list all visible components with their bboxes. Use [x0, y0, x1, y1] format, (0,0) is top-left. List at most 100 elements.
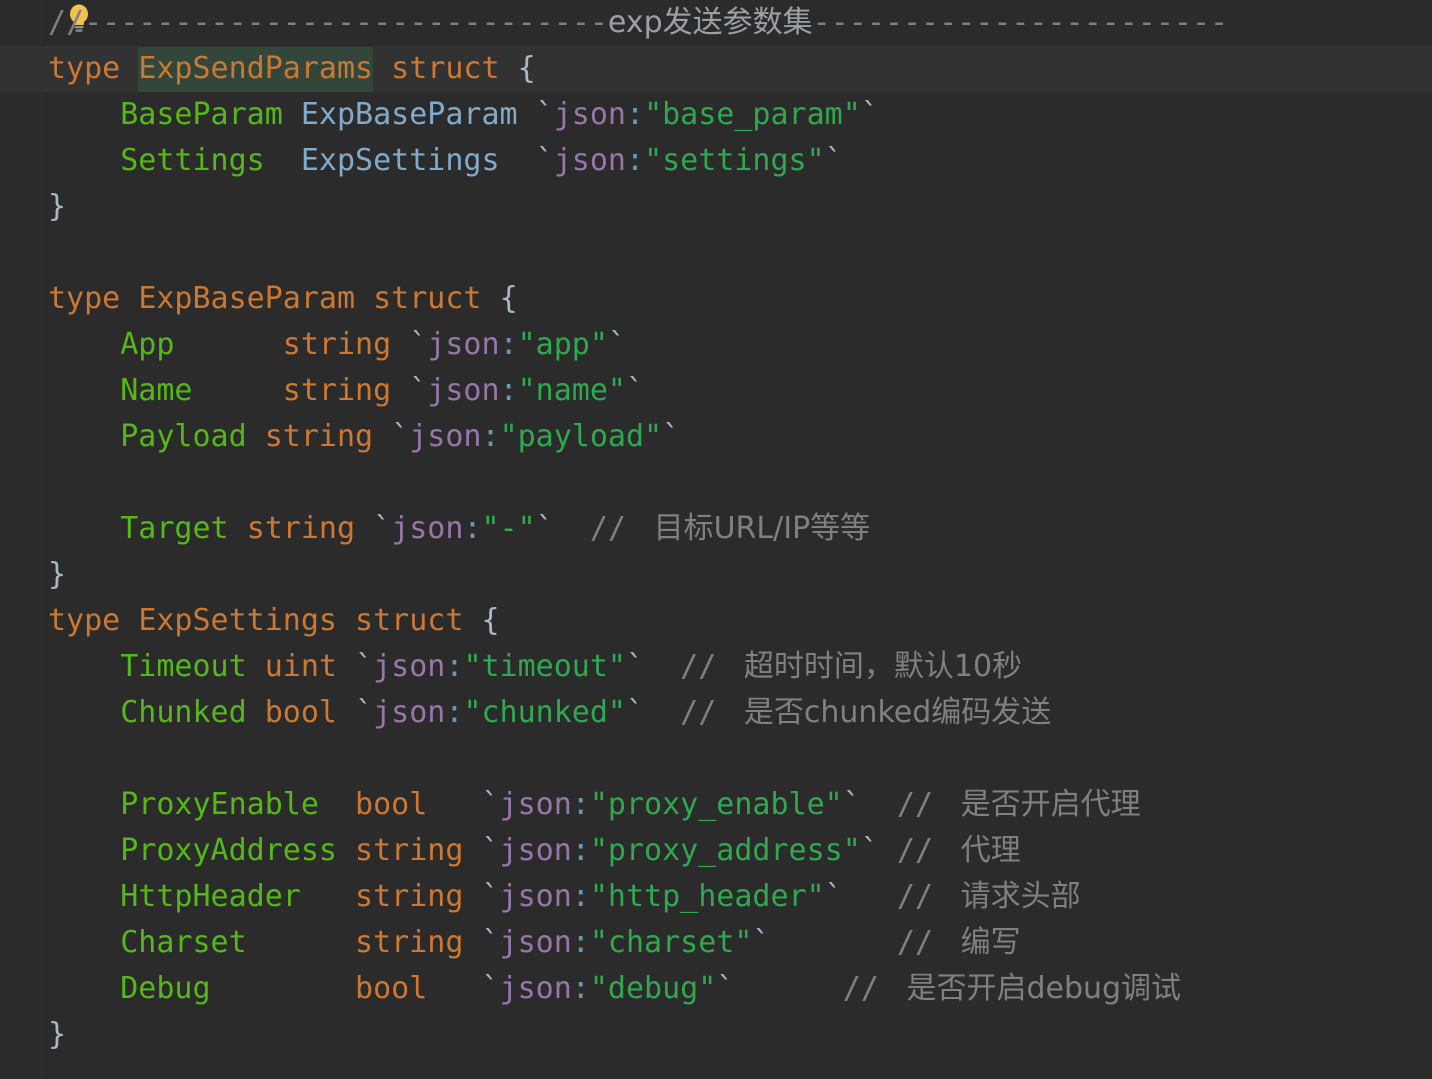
code-token: json: [499, 833, 572, 868]
code-token: `: [842, 787, 861, 822]
code-token: `: [355, 649, 374, 684]
code-token: :: [571, 879, 590, 914]
code-token: {: [481, 603, 500, 638]
code-token: bool: [264, 695, 356, 730]
code-token: //: [770, 925, 952, 960]
code-token: Timeout: [48, 649, 265, 684]
code-line[interactable]: Settings ExpSettings `json:"settings"`: [48, 138, 843, 184]
code-line[interactable]: ProxyEnable bool `json:"proxy_enable"` /…: [48, 782, 1141, 828]
code-line[interactable]: BaseParam ExpBaseParam `json:"base_param…: [48, 92, 879, 138]
code-token: //: [860, 787, 952, 822]
code-token: string: [355, 833, 482, 868]
code-token: }: [48, 557, 67, 592]
code-line[interactable]: HttpHeader string `json:"http_header"` /…: [48, 874, 1081, 920]
code-token: 是否开启代理: [951, 787, 1141, 822]
code-token: {: [517, 51, 536, 86]
code-text-area[interactable]: //-----------------------------exp发送参数集-…: [0, 0, 1432, 1079]
code-token: 请求头部: [951, 879, 1081, 914]
code-token: //: [553, 511, 645, 546]
code-token: Target: [48, 511, 247, 546]
code-token: `: [481, 925, 500, 960]
code-token: "app": [517, 327, 608, 362]
code-token: /: [48, 5, 67, 40]
code-token: string: [264, 373, 410, 408]
code-line[interactable]: }: [48, 1012, 66, 1058]
code-token: ExpSendParams: [138, 47, 374, 92]
code-token: string: [264, 327, 410, 362]
code-token: //: [842, 879, 952, 914]
code-token: :: [499, 373, 518, 408]
code-token: //: [734, 971, 897, 1006]
code-token: `: [860, 97, 879, 132]
code-token: string: [246, 511, 374, 546]
code-token: ExpSettings: [138, 603, 337, 638]
code-token: `: [824, 143, 843, 178]
code-token: //: [644, 695, 735, 730]
code-token: //: [644, 649, 735, 684]
code-line[interactable]: Debug bool `json:"debug"` // 是否开启debug调试: [48, 966, 1181, 1012]
code-line[interactable]: }: [48, 184, 66, 230]
code-token: json: [499, 787, 572, 822]
code-token: ExpBaseParam: [300, 97, 536, 132]
code-token: json: [427, 373, 500, 408]
code-token: "proxy_enable": [589, 787, 843, 822]
code-line[interactable]: Chunked bool `json:"chunked"` // 是否chunk…: [48, 690, 1051, 736]
code-token: `: [535, 143, 554, 178]
code-token: "base_param": [644, 97, 861, 132]
code-token: :: [499, 327, 518, 362]
code-token: ExpSettings: [300, 143, 536, 178]
code-token: "http_header": [589, 879, 825, 914]
code-line[interactable]: //-----------------------------exp发送参数集-…: [48, 0, 1228, 46]
code-token: Debug: [48, 971, 356, 1006]
code-line[interactable]: Timeout uint `json:"timeout"` // 超时时间，默认…: [48, 644, 1022, 690]
code-token: type: [48, 51, 139, 86]
code-token: :: [571, 787, 590, 822]
code-token: "proxy_address": [589, 833, 861, 868]
code-token: struct: [355, 281, 500, 316]
code-token: `: [535, 97, 554, 132]
code-token: `: [373, 511, 392, 546]
code-token: /: [66, 5, 85, 40]
code-token: 是否chunked编码发送: [734, 695, 1052, 730]
code-token: 代理: [951, 833, 1021, 868]
code-token: ProxyEnable: [48, 787, 356, 822]
code-line[interactable]: type ExpSendParams struct {: [48, 46, 536, 92]
code-token: string: [264, 419, 392, 454]
code-token: "chunked": [463, 695, 626, 730]
code-token: Charset: [48, 925, 356, 960]
code-line[interactable]: Payload string `json:"payload"`: [48, 414, 680, 460]
code-token: App: [48, 327, 265, 362]
code-token: }: [48, 189, 67, 224]
code-token: type: [48, 603, 139, 638]
code-token: `: [391, 419, 410, 454]
code-token: json: [427, 327, 500, 362]
code-token: json: [373, 695, 446, 730]
code-token: `: [481, 787, 500, 822]
code-token: `: [607, 327, 626, 362]
code-line[interactable]: }: [48, 552, 66, 598]
code-editor[interactable]: //-----------------------------exp发送参数集-…: [0, 0, 1432, 1079]
code-token: string: [355, 879, 482, 914]
code-token: json: [373, 649, 446, 684]
code-line[interactable]: Charset string `json:"charset"` // 编写: [48, 920, 1020, 966]
code-token: -----------------------------: [84, 5, 608, 40]
code-token: `: [481, 879, 500, 914]
code-line[interactable]: Name string `json:"name"`: [48, 368, 644, 414]
code-line[interactable]: Target string `json:"-"` // 目标URL/IP等等: [48, 506, 870, 552]
code-line[interactable]: ProxyAddress string `json:"proxy_address…: [48, 828, 1021, 874]
code-token: :: [463, 511, 482, 546]
code-token: json: [391, 511, 464, 546]
code-token: -----------------------: [812, 5, 1229, 40]
code-token: ExpBaseParam: [138, 281, 356, 316]
code-token: uint: [264, 649, 356, 684]
code-token: `: [824, 879, 843, 914]
code-token: `: [409, 373, 428, 408]
code-token: HttpHeader: [48, 879, 356, 914]
code-token: :: [445, 649, 464, 684]
code-line[interactable]: type ExpBaseParam struct {: [48, 276, 518, 322]
code-token: "charset": [589, 925, 753, 960]
code-line[interactable]: type ExpSettings struct {: [48, 598, 500, 644]
code-token: BaseParam: [48, 97, 301, 132]
code-token: :: [571, 971, 590, 1006]
code-line[interactable]: App string `json:"app"`: [48, 322, 626, 368]
